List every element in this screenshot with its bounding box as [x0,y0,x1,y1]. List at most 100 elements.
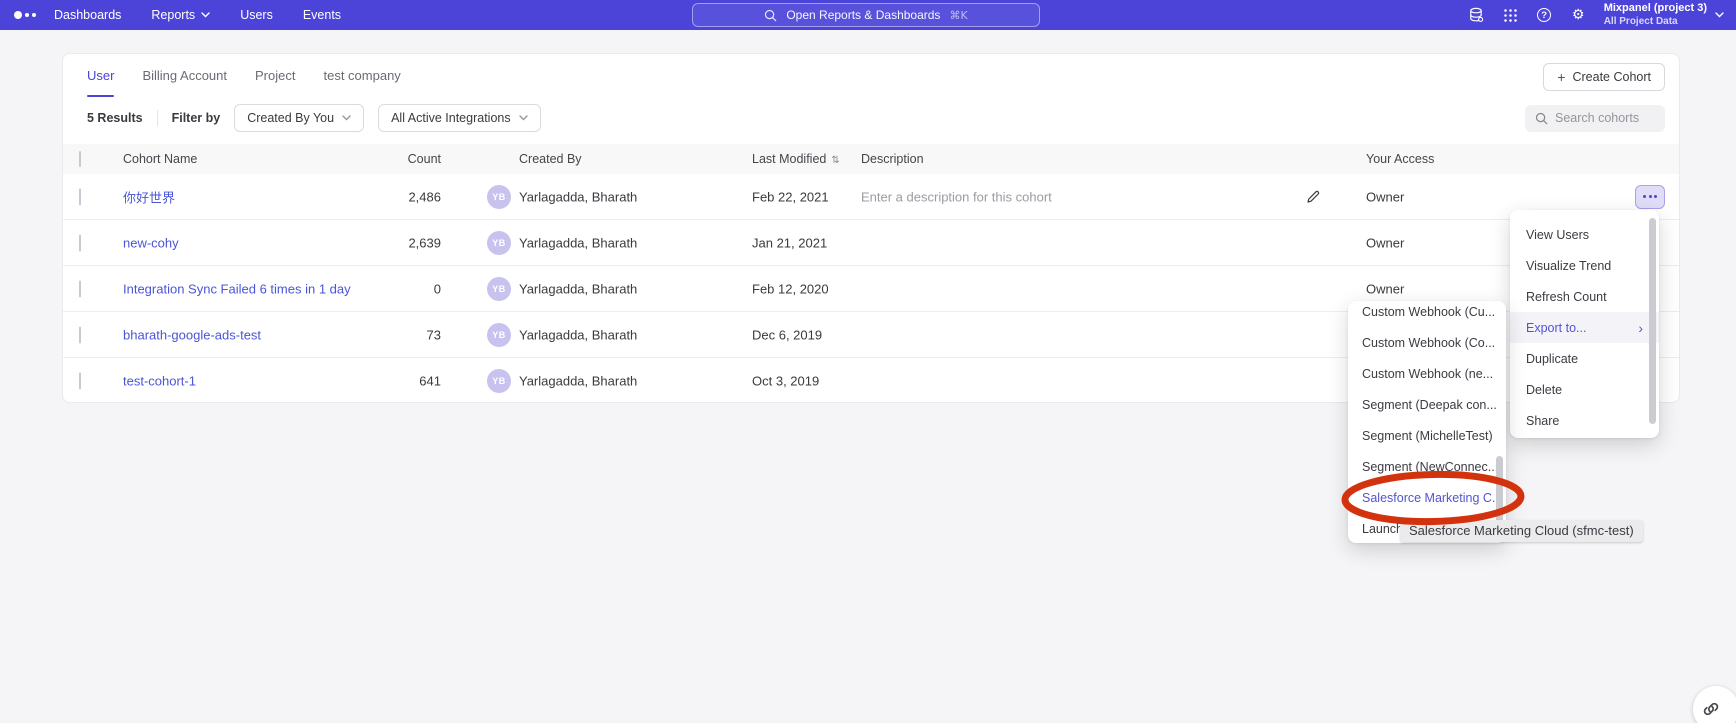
submenu-item-salesforce-marketing-cloud[interactable]: Salesforce Marketing C... [1348,483,1506,514]
hover-tooltip: Salesforce Marketing Cloud (sfmc-test) [1400,520,1643,542]
row-checkbox[interactable] [79,373,81,390]
nav-item-events[interactable]: Events [303,8,341,22]
submenu-item-custom-webhook-1[interactable]: Custom Webhook (Cu... [1348,301,1506,328]
table-row: 你好世界 2,486 YB Yarlagadda, Bharath Feb 22… [63,174,1679,220]
row-checkbox[interactable] [79,234,81,251]
avatar: YB [487,185,511,209]
access-level: Owner [1366,235,1404,250]
chevron-down-icon [201,12,210,18]
filter-by-label: Filter by [172,111,221,125]
help-icon[interactable]: ? [1536,7,1553,24]
cohort-actions-menu: View Users Visualize Trend Refresh Count… [1510,210,1659,438]
nav-item-label: Events [303,8,341,22]
project-switcher[interactable]: Mixpanel (project 3) All Project Data [1604,2,1730,28]
search-icon [1535,112,1548,125]
creator-name: Yarlagadda, Bharath [519,374,637,389]
submenu-item-custom-webhook-3[interactable]: Custom Webhook (ne... [1348,359,1506,390]
creator-name: Yarlagadda, Bharath [519,327,637,342]
search-cohorts-placeholder: Search cohorts [1555,111,1639,125]
cohort-count: 0 [361,281,441,296]
cohort-name-link[interactable]: 你好世界 [123,187,175,206]
header-last-modified[interactable]: Last Modified⇅ [752,152,840,166]
search-cohorts-input[interactable]: Search cohorts [1525,105,1665,132]
menu-item-duplicate[interactable]: Duplicate [1510,343,1659,374]
header-count: Count [361,152,441,166]
plus-icon: + [1557,70,1565,84]
row-checkbox[interactable] [79,280,81,297]
menu-item-visualize-trend[interactable]: Visualize Trend [1510,250,1659,281]
search-icon [764,9,777,22]
created-by-filter-dropdown[interactable]: Created By You [234,104,364,132]
table-header-row: Cohort Name Count Created By Last Modifi… [63,144,1679,174]
integrations-filter-dropdown[interactable]: All Active Integrations [378,104,541,132]
cohort-name-link[interactable]: bharath-google-ads-test [123,327,261,342]
divider [157,110,158,126]
last-modified-date: Feb 12, 2020 [752,281,829,296]
submenu-arrow-icon: › [1638,320,1643,336]
project-name: Mixpanel (project 3) [1604,2,1707,16]
global-search-input[interactable]: Open Reports & Dashboards ⌘K [692,3,1040,27]
row-checkbox[interactable] [79,326,81,343]
submenu-item-custom-webhook-2[interactable]: Custom Webhook (Co... [1348,328,1506,359]
tab-test-company[interactable]: test company [323,54,400,97]
apps-grid-icon[interactable] [1502,7,1519,24]
edit-description-pencil-icon[interactable] [1305,189,1321,205]
header-your-access: Your Access [1366,152,1434,166]
mixpanel-logo-icon[interactable] [0,11,54,19]
tab-billing-account[interactable]: Billing Account [142,54,227,97]
tab-user[interactable]: User [87,54,114,97]
create-cohort-button[interactable]: + Create Cohort [1543,63,1665,91]
create-cohort-label: Create Cohort [1572,70,1651,84]
last-modified-date: Jan 21, 2021 [752,235,827,250]
nav-item-reports[interactable]: Reports [151,8,210,22]
created-by-filter-value: Created By You [247,111,334,125]
cohort-name-link[interactable]: Integration Sync Failed 6 times in 1 day [123,281,351,296]
link-icon [1702,700,1720,718]
menu-item-refresh-count[interactable]: Refresh Count [1510,281,1659,312]
last-modified-date: Dec 6, 2019 [752,327,822,342]
cohort-count: 2,486 [361,189,441,204]
copy-link-button[interactable] [1693,686,1736,723]
row-actions-button[interactable] [1635,185,1665,209]
menu-scrollbar[interactable] [1649,218,1656,424]
header-cohort-name: Cohort Name [123,152,197,166]
nav-item-label: Users [240,8,273,22]
menu-item-view-users[interactable]: View Users [1510,219,1659,250]
submenu-item-segment-michelletest[interactable]: Segment (MichelleTest) [1348,421,1506,452]
chevron-down-icon [1715,12,1724,18]
menu-item-share[interactable]: Share [1510,405,1659,436]
project-scope: All Project Data [1604,16,1678,29]
chevron-down-icon [342,115,351,121]
last-modified-date: Oct 3, 2019 [752,374,819,389]
nav-item-label: Reports [151,8,195,22]
cohort-count: 641 [361,374,441,389]
settings-gear-icon[interactable]: ⚙ [1570,7,1587,24]
creator-name: Yarlagadda, Bharath [519,235,637,250]
menu-item-export-to-label: Export to... [1526,321,1586,335]
submenu-item-segment-deepak[interactable]: Segment (Deepak con... [1348,390,1506,421]
data-management-icon[interactable] [1468,7,1485,24]
menu-item-export-to[interactable]: Export to... › [1510,312,1659,343]
cohort-name-link[interactable]: new-cohy [123,235,179,250]
help-glyph: ? [1537,8,1551,22]
creator-name: Yarlagadda, Bharath [519,189,637,204]
description-input[interactable]: Enter a description for this cohort [861,189,1052,204]
cohort-name-link[interactable]: test-cohort-1 [123,374,196,389]
submenu-item-segment-newconnec[interactable]: Segment (NewConnec... [1348,452,1506,483]
cohort-type-tabs: User Billing Account Project test compan… [87,54,401,97]
keyboard-shortcut: ⌘K [949,9,967,22]
row-checkbox[interactable] [79,188,81,205]
cohort-count: 73 [361,327,441,342]
header-description: Description [861,152,924,166]
tab-project[interactable]: Project [255,54,295,97]
filter-bar: 5 Results Filter by Created By You All A… [87,97,1665,139]
select-all-checkbox[interactable] [79,151,81,167]
cohort-count: 2,639 [361,235,441,250]
nav-item-dashboards[interactable]: Dashboards [54,8,121,22]
table-row: new-cohy 2,639 YB Yarlagadda, Bharath Ja… [63,220,1679,266]
avatar: YB [487,369,511,393]
avatar: YB [487,277,511,301]
menu-item-delete[interactable]: Delete [1510,374,1659,405]
nav-item-users[interactable]: Users [240,8,273,22]
last-modified-date: Feb 22, 2021 [752,189,829,204]
